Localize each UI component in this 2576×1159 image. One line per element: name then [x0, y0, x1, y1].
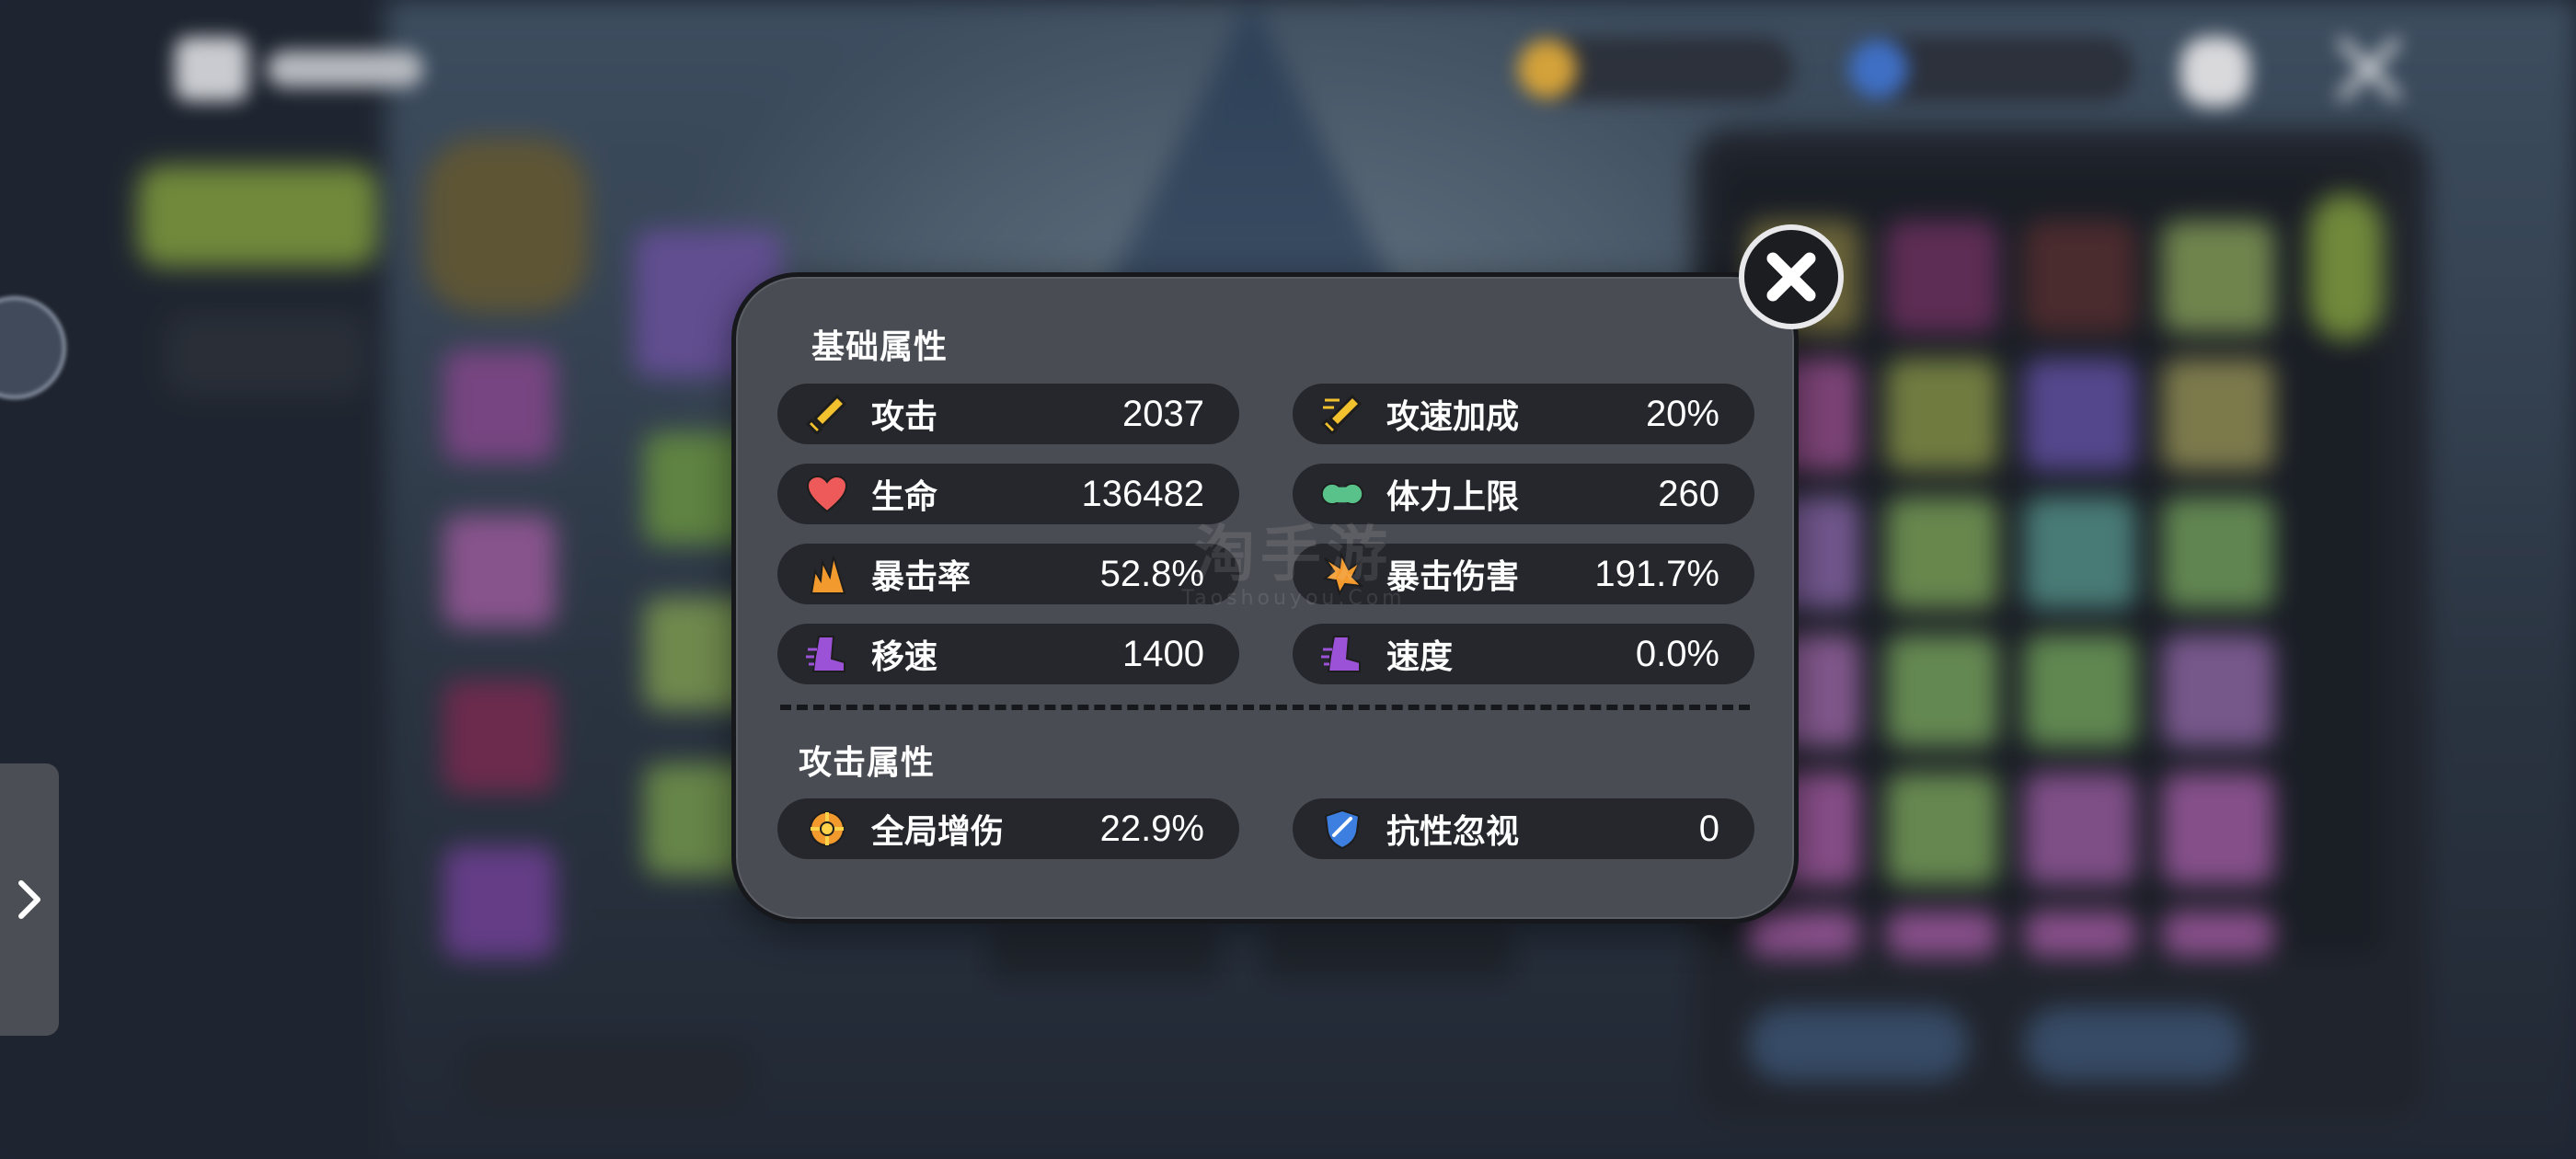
- heart-icon: [805, 472, 849, 516]
- damage-boost-icon: [805, 807, 849, 851]
- stat-stamina-cap: 体力上限 260: [1293, 464, 1754, 524]
- stat-hp: 生命 136482: [777, 464, 1239, 524]
- stat-crit-rate: 暴击率 52.8%: [777, 544, 1239, 604]
- stat-value: 260: [1658, 473, 1719, 514]
- stat-value: 2037: [1122, 393, 1204, 434]
- stat-value: 191.7%: [1594, 553, 1719, 594]
- swift-sword-icon: [1320, 392, 1364, 436]
- stat-attack: 攻击 2037: [777, 384, 1239, 444]
- stat-global-damage-bonus: 全局增伤 22.9%: [777, 798, 1239, 859]
- stat-label: 攻速加成: [1386, 398, 1520, 436]
- stat-attack-speed-bonus: 攻速加成 20%: [1293, 384, 1754, 444]
- stat-value: 1400: [1122, 633, 1204, 674]
- stat-value: 0.0%: [1635, 633, 1719, 674]
- chevron-right-icon: [18, 880, 40, 919]
- stat-value: 136482: [1081, 473, 1204, 514]
- stat-label: 速度: [1386, 638, 1454, 676]
- stat-label: 移速: [871, 638, 938, 676]
- critical-damage-icon: [1320, 552, 1364, 596]
- stat-value: 52.8%: [1099, 553, 1204, 594]
- attack-attributes-title: 攻击属性: [799, 744, 936, 782]
- boot-icon: [805, 632, 849, 676]
- critical-rate-icon: [805, 552, 849, 596]
- stat-value: 22.9%: [1099, 808, 1204, 849]
- stat-label: 全局增伤: [871, 813, 1005, 851]
- stat-label: 体力上限: [1386, 478, 1520, 516]
- basic-attributes-title: 基础属性: [811, 328, 949, 366]
- stat-label: 暴击率: [871, 558, 972, 596]
- stat-speed: 速度 0.0%: [1293, 624, 1754, 684]
- stat-value: 0: [1698, 808, 1719, 849]
- section-divider: [780, 705, 1750, 710]
- side-drawer-handle[interactable]: [0, 763, 59, 1036]
- stat-move-speed: 移速 1400: [777, 624, 1239, 684]
- stat-resistance-ignore: 抗性忽视 0: [1293, 798, 1754, 859]
- sword-icon: [805, 392, 849, 436]
- close-icon: [1766, 252, 1816, 302]
- shield-pierce-icon: [1320, 807, 1364, 851]
- stat-label: 生命: [871, 478, 938, 516]
- close-button[interactable]: [1739, 224, 1844, 329]
- stat-label: 攻击: [871, 398, 938, 436]
- stat-value: 20%: [1645, 393, 1719, 434]
- muscle-icon: [1320, 472, 1364, 516]
- stat-crit-damage: 暴击伤害 191.7%: [1293, 544, 1754, 604]
- stat-label: 暴击伤害: [1386, 558, 1520, 596]
- boot-icon: [1320, 632, 1364, 676]
- stat-label: 抗性忽视: [1386, 813, 1520, 851]
- game-screen: 基础属性 攻击 2037 攻速加成 20% 生命 136482 体力上限 260: [0, 0, 2576, 1159]
